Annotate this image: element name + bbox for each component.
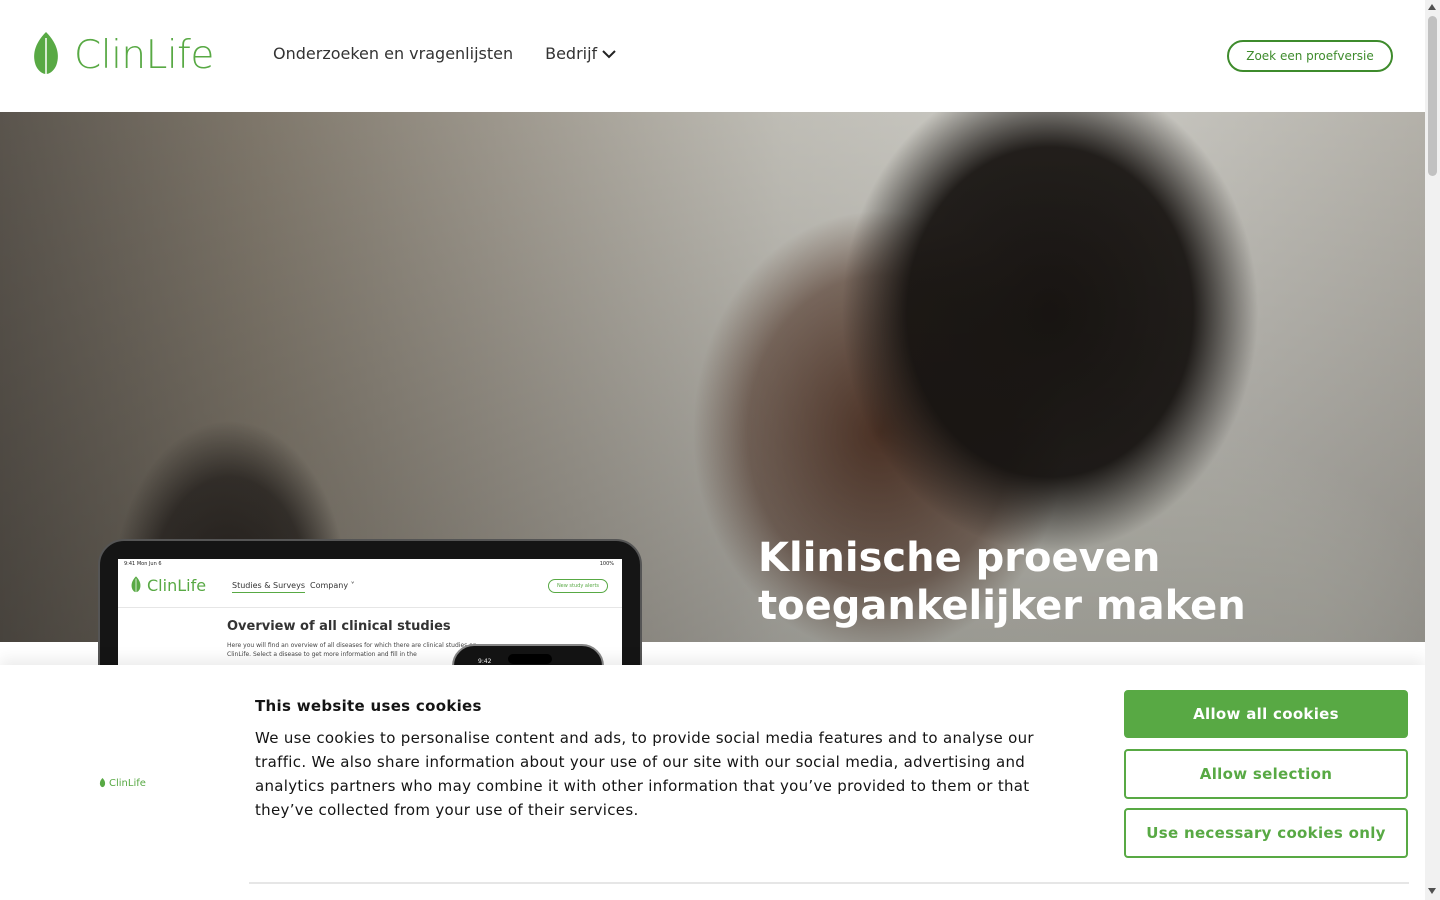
- hero-title-line2: toegankelijker maken: [758, 583, 1246, 629]
- tablet-nav-studies: Studies & Surveys: [232, 581, 305, 593]
- cookie-logo-text: ClinLife: [109, 777, 146, 789]
- scrollbar-thumb[interactable]: [1428, 16, 1437, 176]
- tablet-status-time: 9:41 Mon Jun 6: [124, 561, 162, 567]
- scroll-up-arrow-icon[interactable]: [1428, 4, 1436, 10]
- tablet-logo-text: ClinLife: [147, 575, 207, 595]
- phone-time: 9:42: [478, 658, 492, 665]
- leaf-icon: [34, 32, 58, 78]
- tablet-status-battery: 100%: [599, 561, 614, 567]
- hero-title-line1: Klinische proeven: [758, 535, 1161, 581]
- site-header: ClinLife Onderzoeken en vragenlijsten Be…: [0, 0, 1425, 112]
- nav-company-dropdown[interactable]: Bedrijf: [545, 44, 617, 63]
- leaf-icon: [99, 777, 106, 788]
- main-nav: Onderzoeken en vragenlijsten Bedrijf: [273, 44, 617, 63]
- nav-studies-label: Onderzoeken en vragenlijsten: [273, 44, 514, 63]
- nav-company-label: Bedrijf: [545, 44, 598, 63]
- find-trial-button[interactable]: Zoek een proefversie: [1227, 40, 1393, 72]
- tablet-divider: [118, 607, 622, 608]
- chevron-down-icon: [602, 49, 616, 58]
- leaf-icon: [131, 576, 141, 594]
- tablet-alert-button: New study alerts: [548, 579, 608, 593]
- allow-all-cookies-button[interactable]: Allow all cookies: [1124, 690, 1408, 738]
- hero-title: Klinische proeven toegankelijker maken: [758, 534, 1246, 630]
- clinlife-logo[interactable]: ClinLife: [30, 30, 214, 80]
- nav-studies-surveys[interactable]: Onderzoeken en vragenlijsten: [273, 44, 513, 63]
- scroll-down-arrow-icon[interactable]: [1428, 888, 1436, 894]
- cookie-title: This website uses cookies: [255, 697, 482, 715]
- necessary-cookies-only-button[interactable]: Use necessary cookies only: [1124, 808, 1408, 858]
- tablet-nav-company-label: Company: [310, 581, 349, 590]
- cookie-divider: [249, 882, 1409, 884]
- phone-notch: [508, 654, 552, 664]
- logo-text: ClinLife: [74, 32, 214, 78]
- cookie-banner: ClinLife This website uses cookies We us…: [0, 665, 1425, 900]
- tablet-nav-company: Company ˅: [310, 581, 355, 590]
- allow-selection-button[interactable]: Allow selection: [1124, 749, 1408, 799]
- cookie-description: We use cookies to personalise content an…: [255, 729, 1034, 819]
- tablet-heading: Overview of all clinical studies: [227, 619, 451, 634]
- tablet-logo: ClinLife: [130, 575, 206, 595]
- cookie-logo: ClinLife: [99, 777, 146, 789]
